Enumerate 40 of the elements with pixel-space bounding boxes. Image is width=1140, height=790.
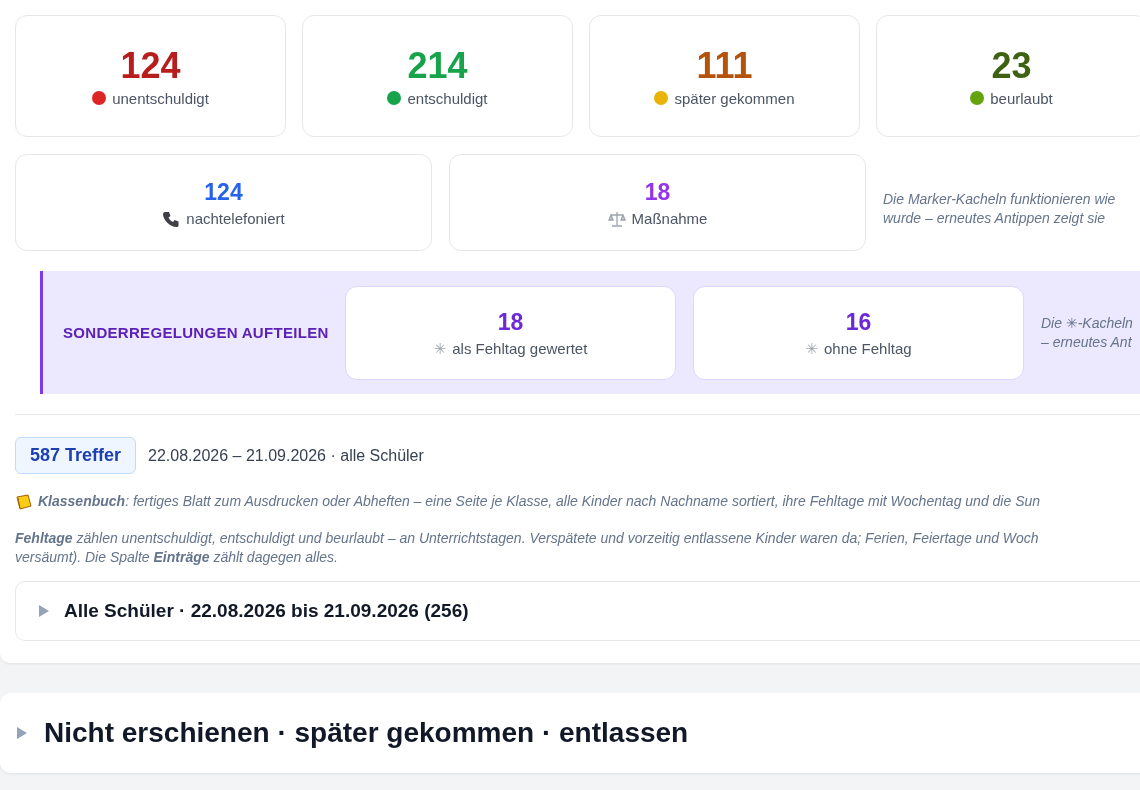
result-summary: 22.08.2026 – 21.09.2026 · alle Schüler [148, 446, 424, 465]
count: 214 [407, 45, 468, 86]
count: 18 [497, 307, 524, 336]
info-paragraph: Klassenbuch: fertiges Blatt zum Ausdrucken oder Abheften – eine Seite je Klasse, alle Kinder nach Nachname sortiert, ihre Fehltage mit Wochentag und die Sun [38, 492, 1041, 511]
panel-title: SONDERREGELUNGEN AUFTEILEN [63, 324, 328, 341]
marker-note: Die Marker-Kacheln funktionieren wie wurde – erneutes Antippen zeigt sie [883, 189, 1116, 228]
status-tile[interactable]: 23 beurlaubt [876, 15, 1140, 137]
info-paragraph: Fehltage zählen unentschuldigt, entschuldigt und beurlaubt – an Unterrichtstagen. Verspätete und vorzeitig entlassene Kinder waren da; Ferien, Feiertage und Woch versäumt). Die Spalte Einträge zählt dagegen alles. [15, 529, 1039, 567]
asterisk-symbol: ✳ [805, 339, 818, 358]
special-note: Die ✳-Kacheln – erneutes Ant [1041, 313, 1133, 352]
tile-label: ohne Fehltag [824, 340, 912, 357]
section-title: Nicht erschienen · später gekommen · entlassen [44, 717, 689, 749]
status-tile[interactable]: 124 unentschuldigt [15, 15, 286, 137]
count: 124 [120, 45, 181, 86]
count: 111 [696, 45, 753, 86]
tile-label: später gekommen [674, 89, 795, 107]
special-tile[interactable]: 18 ✳ als Fehltag gewertet [345, 285, 676, 380]
collapsible-section[interactable]: Nicht erschienen · später gekommen · entlassen [0, 693, 1140, 773]
special-tile[interactable]: 16 ✳ ohne Fehltag [693, 285, 1024, 380]
asterisk-symbol: ✳ [433, 339, 447, 358]
tile-label: beurlaubt [990, 89, 1053, 107]
phone-icon [162, 209, 181, 228]
count: 23 [991, 45, 1032, 86]
hit-count-badge: 587 Treffer [15, 437, 137, 474]
tile-label: als Fehltag gewertet [452, 340, 588, 357]
scales-icon [607, 209, 626, 228]
status-tile[interactable]: 111 später gekommen [589, 15, 860, 137]
group-title: Alle Schüler · 22.08.2026 bis 21.09.2026 (256) [64, 600, 469, 622]
marker-tile[interactable]: 18 Maßnahme [449, 154, 866, 251]
status-tile[interactable]: 214 entschuldigt [302, 15, 573, 137]
notebook-icon [15, 494, 32, 510]
tile-label: Maßnahme [631, 210, 708, 227]
tile-label: unentschuldigt [112, 89, 209, 107]
marker-tile[interactable]: 124 nachtelefoniert [15, 154, 432, 251]
tile-label: entschuldigt [407, 89, 488, 107]
count: 124 [204, 177, 243, 206]
count: 16 [845, 307, 872, 336]
collapsible-group[interactable]: Alle Schüler · 22.08.2026 bis 21.09.2026 (256) [15, 581, 1140, 641]
tile-label: nachtelefoniert [186, 210, 285, 227]
count: 18 [644, 177, 671, 206]
